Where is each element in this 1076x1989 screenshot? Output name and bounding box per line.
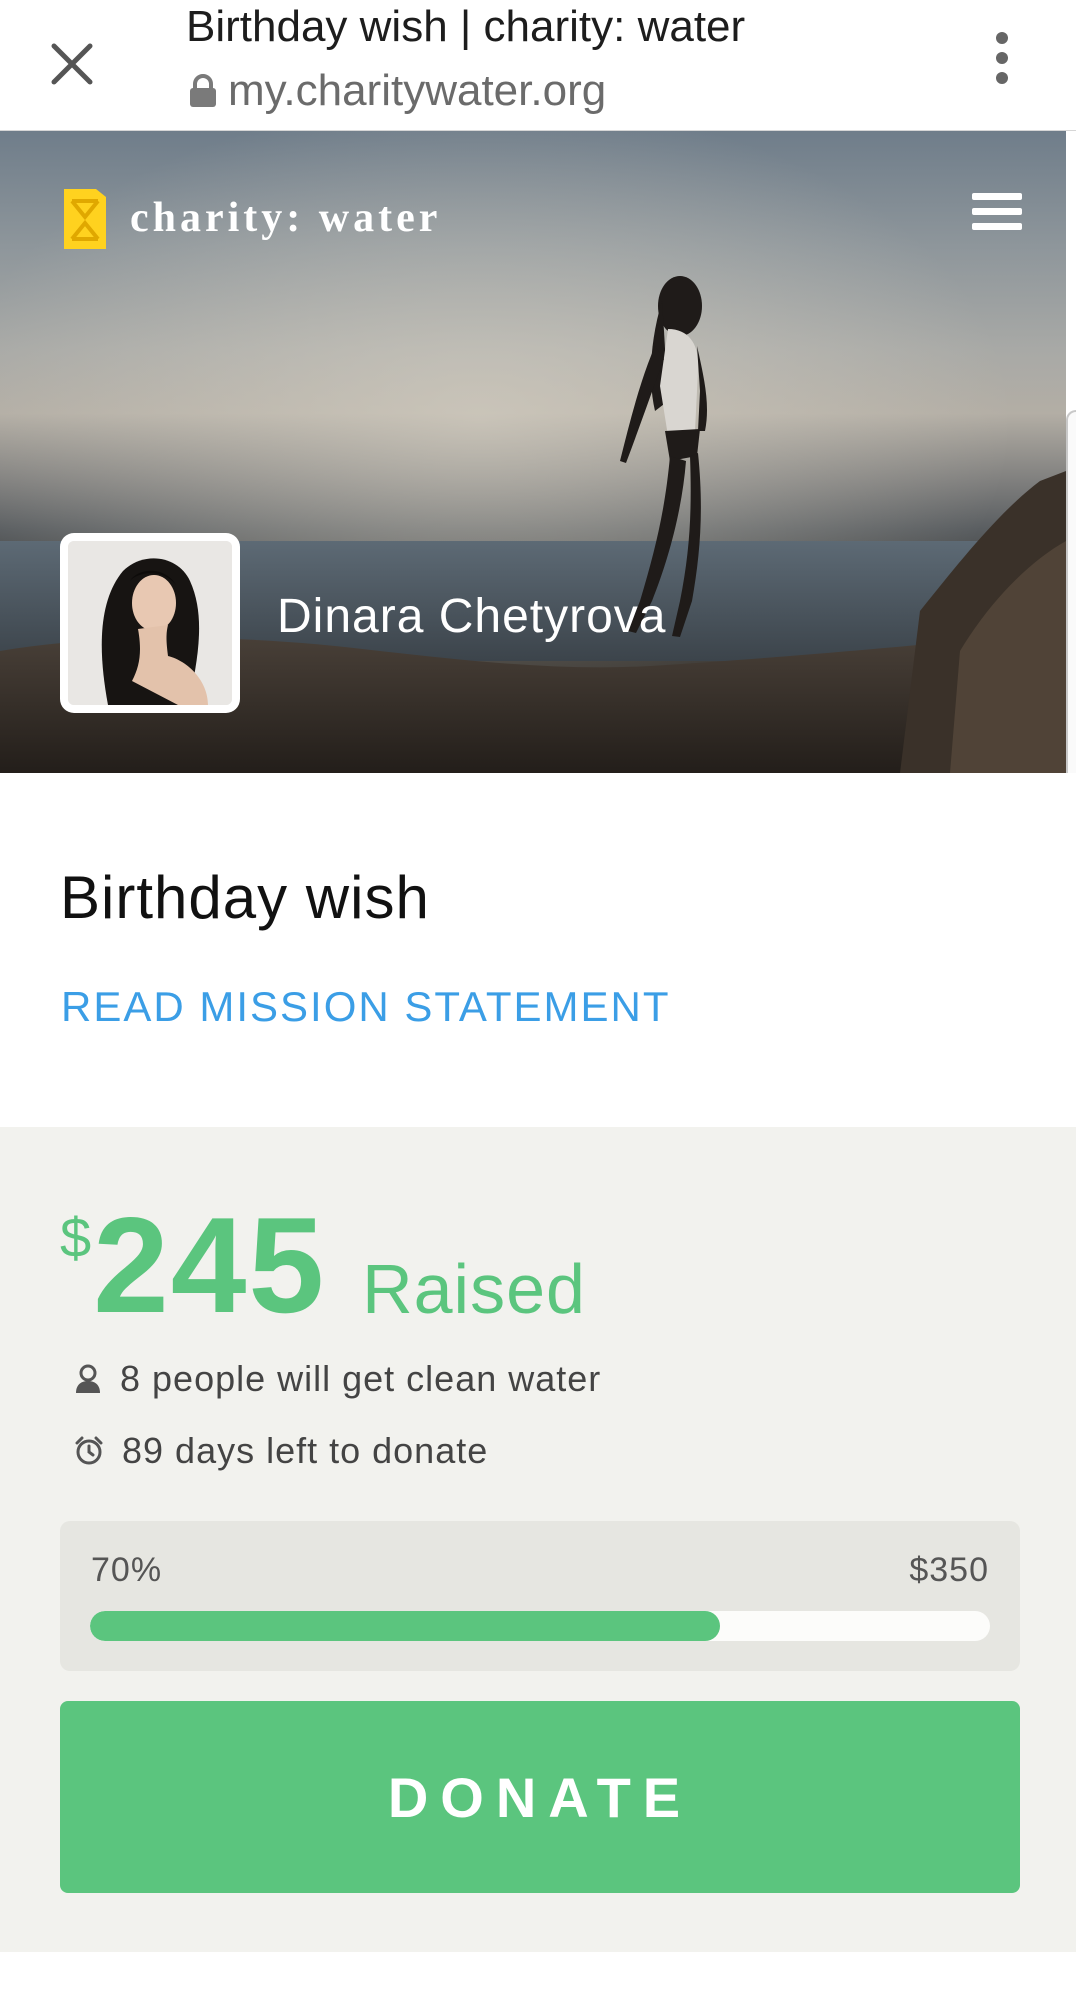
campaign-title: Birthday wish — [60, 864, 430, 931]
hamburger-menu-icon — [972, 193, 1022, 200]
url-text: my.charitywater.org — [228, 66, 607, 115]
days-left-text: 89 days left to donate — [122, 1430, 489, 1471]
progress-bar — [90, 1611, 990, 1641]
hero-banner: charity: water Dinara Chetyrova — [0, 131, 1066, 773]
browser-page-title: Birthday wish | charity: water — [186, 2, 746, 51]
close-icon — [51, 43, 93, 85]
donate-button[interactable]: DONATE — [60, 1701, 1020, 1893]
browser-toolbar: Birthday wish | charity: water my.charit… — [0, 0, 1076, 131]
avatar-photo — [68, 541, 232, 705]
fundraising-stats: $ 245 Raised 8 people will get clean wat… — [0, 1127, 1076, 1952]
more-vert-icon — [996, 32, 1008, 84]
page-bottom — [0, 1952, 1076, 1989]
avatar[interactable] — [60, 533, 240, 713]
people-impact-text: 8 people will get clean water — [120, 1358, 602, 1399]
brand-name: charity: water — [130, 195, 442, 241]
currency-symbol: $ — [60, 1206, 92, 1269]
raised-label: Raised — [362, 1250, 586, 1328]
brand[interactable]: charity: water — [58, 183, 441, 253]
campaign-header: Birthday wish READ MISSION STATEMENT — [0, 773, 1076, 1127]
alarm-clock-icon — [75, 1436, 103, 1465]
browser-url[interactable]: my.charitywater.org — [188, 66, 606, 116]
people-impact-row: 8 people will get clean water — [74, 1358, 601, 1400]
jerrycan-logo-icon — [64, 189, 106, 249]
raised-summary: $ 245 Raised — [60, 1197, 586, 1333]
days-left-row: 89 days left to donate — [74, 1430, 488, 1472]
read-mission-statement-link[interactable]: READ MISSION STATEMENT — [61, 983, 670, 1031]
owner-name[interactable]: Dinara Chetyrova — [277, 589, 667, 644]
close-tab-button[interactable] — [30, 22, 114, 106]
lock-icon — [190, 74, 216, 107]
amount-raised: 245 — [93, 1189, 327, 1341]
hamburger-menu-button[interactable] — [972, 193, 1022, 239]
progress-panel: 70% $350 — [60, 1521, 1020, 1671]
overflow-menu-button[interactable] — [970, 26, 1034, 90]
person-icon — [76, 1364, 100, 1393]
progress-percent: 70% — [91, 1551, 163, 1589]
goal-amount: $350 — [909, 1551, 989, 1589]
progress-bar-fill — [90, 1611, 720, 1641]
